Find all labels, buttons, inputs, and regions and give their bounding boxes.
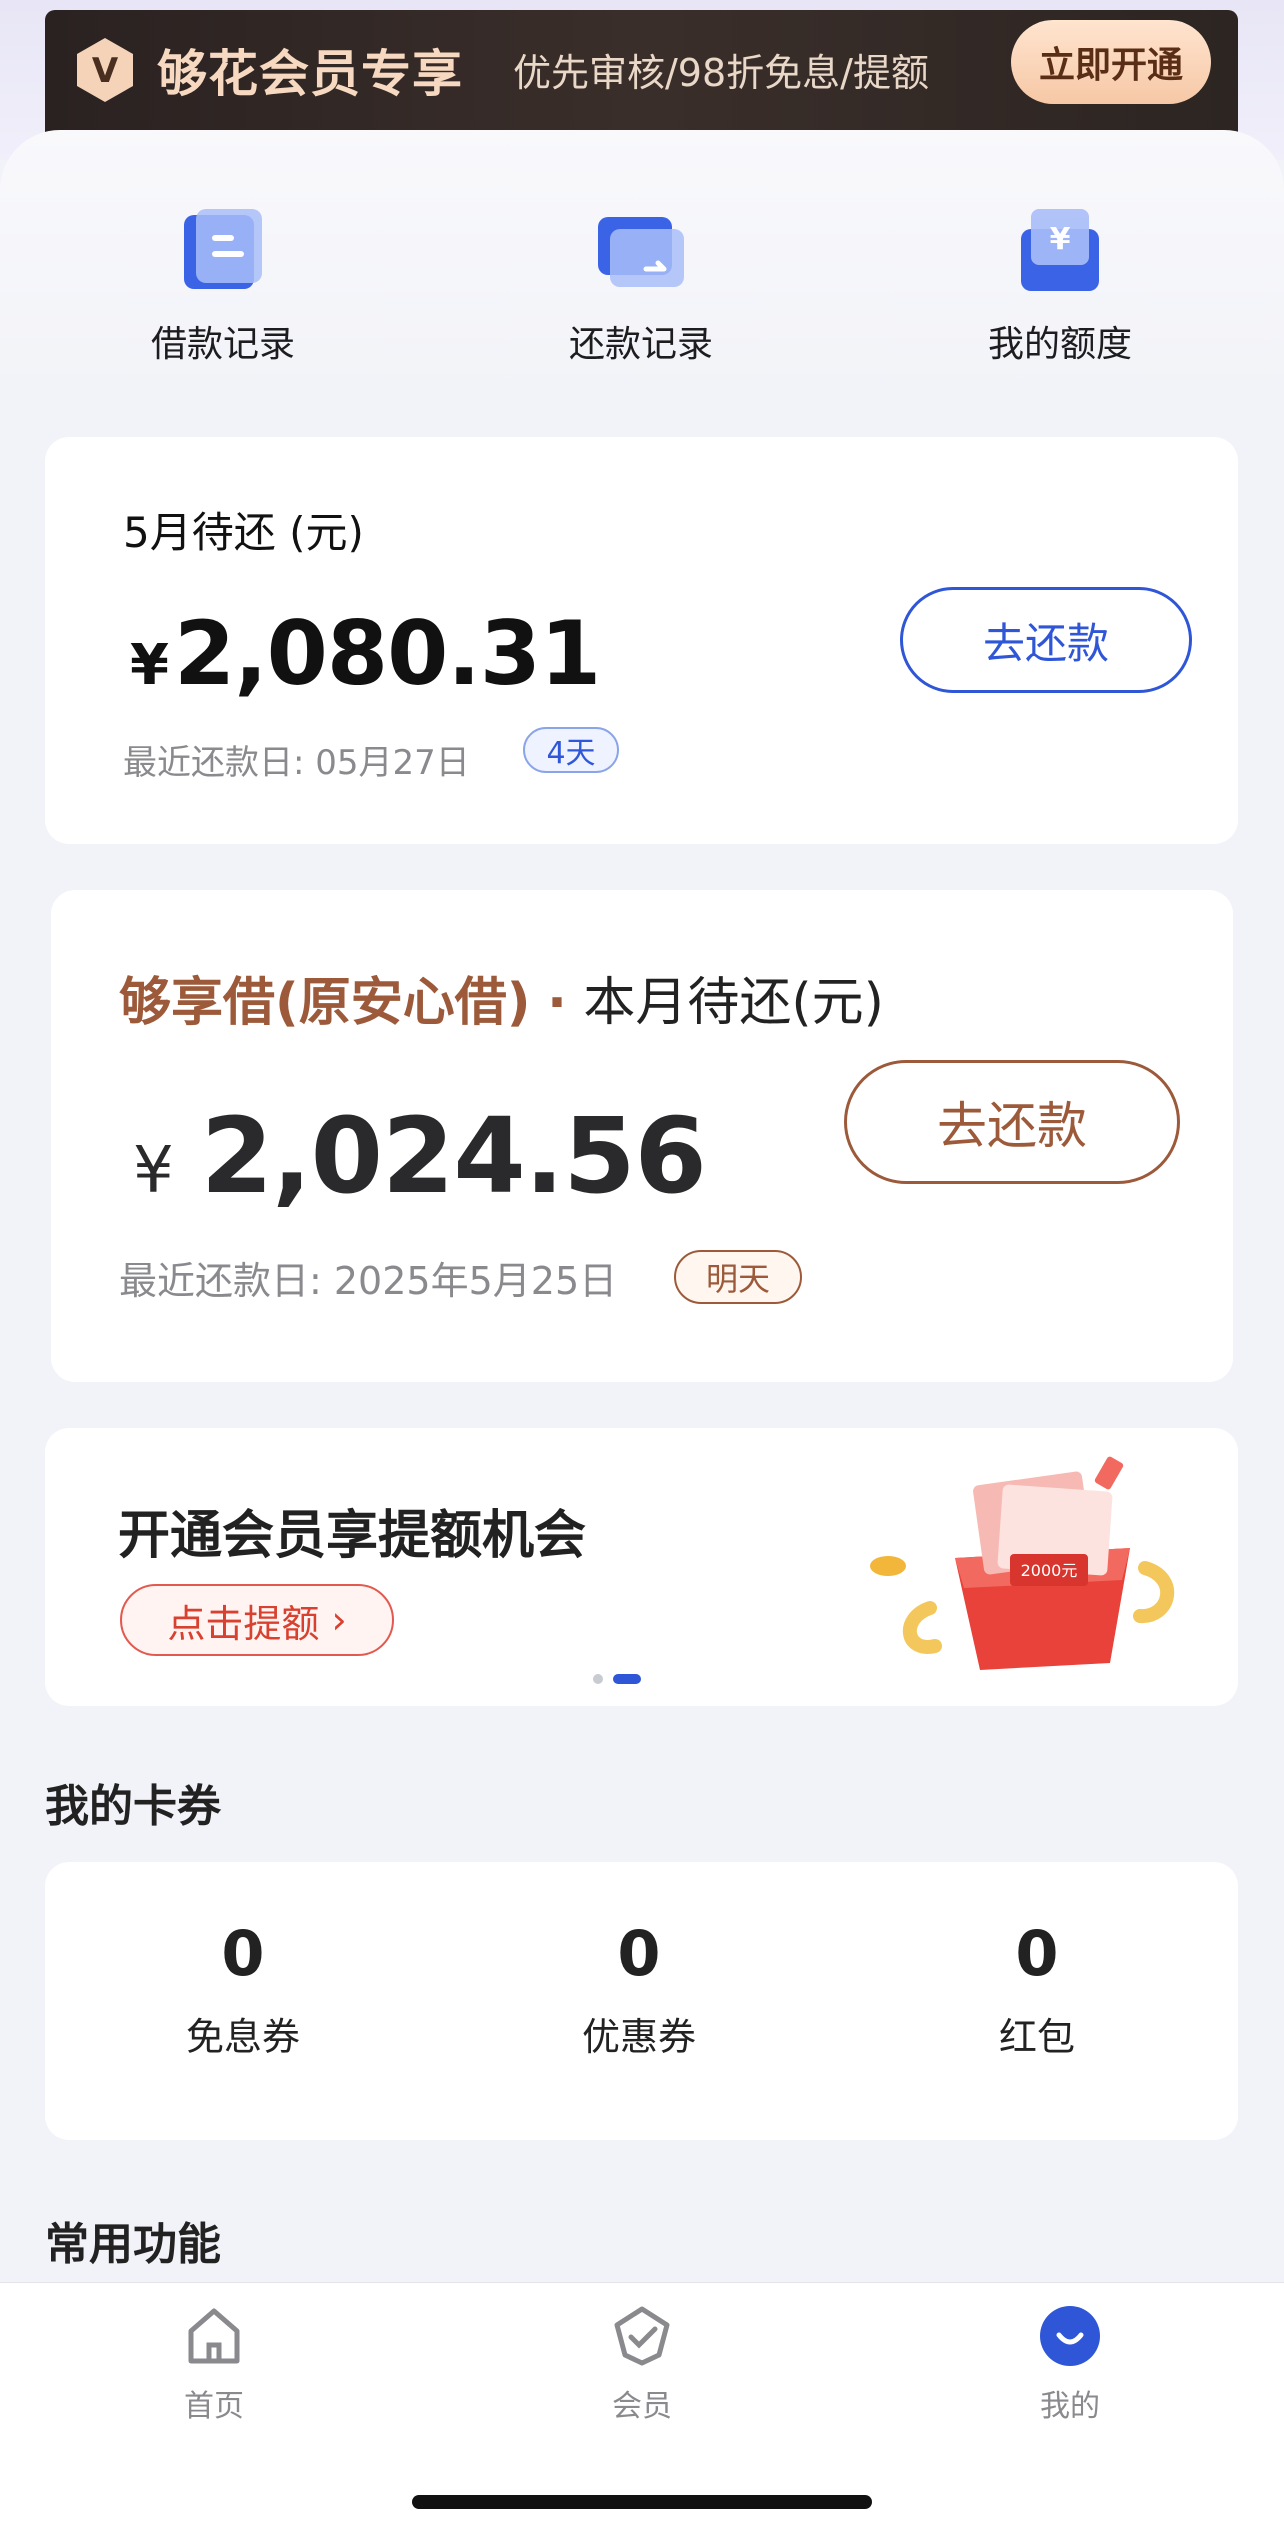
quick-link-repay-records[interactable]: 还款记录	[511, 205, 771, 367]
loan-record-icon	[184, 209, 262, 289]
raise-limit-button[interactable]: 点击提额 ›	[120, 1584, 394, 1656]
coupon-count: 0	[1015, 1917, 1059, 1990]
profile-icon	[1040, 2306, 1100, 2366]
interest-free-coupon[interactable]: 0 免息券	[123, 1917, 363, 2061]
vip-badge-icon: V	[77, 38, 133, 102]
coupons-heading: 我的卡券	[45, 1781, 221, 1832]
tab-label: 会员	[612, 2389, 672, 2424]
red-packet[interactable]: 0 红包	[917, 1917, 1157, 2061]
carousel-dot	[593, 1674, 603, 1684]
credit-limit-icon: ¥	[1021, 209, 1099, 291]
coupons-card: 0 免息券 0 优惠券 0 红包	[45, 1862, 1238, 2140]
svg-text:¥: ¥	[1050, 222, 1071, 257]
tab-member[interactable]: 会员	[542, 2303, 742, 2425]
svg-text:V: V	[92, 51, 119, 91]
currency-symbol: ¥	[130, 633, 169, 698]
bill-title: 5月待还 (元)	[123, 508, 364, 557]
tab-profile[interactable]: 我的	[970, 2303, 1170, 2425]
promo-title: 开通会员享提额机会	[118, 1506, 587, 1566]
coupon-count: 0	[617, 1917, 661, 1990]
screen: V 够花会员专享 优先审核/98折免息/提额 立即开通 借款记录 还款记录 ¥ …	[0, 0, 1284, 2532]
loan-due-date: 最近还款日: 2025年5月25日	[119, 1259, 618, 1303]
coupon-label: 优惠券	[581, 2015, 696, 2059]
repay-loan-button[interactable]: 去还款	[844, 1060, 1180, 1184]
currency-symbol: ¥	[133, 1134, 174, 1208]
loan-title: 本月待还(元)	[583, 973, 884, 1033]
coupon-label: 红包	[998, 2015, 1075, 2059]
loan-amount-value: 2,024.56	[200, 1095, 707, 1217]
tab-home[interactable]: 首页	[114, 2303, 314, 2425]
member-icon	[614, 2306, 670, 2366]
loan-card-title: 够享借(原安心借) · 本月待还(元)	[119, 960, 884, 1035]
bill-due-date: 最近还款日: 05月27日	[123, 743, 470, 783]
chevron-right-icon: ›	[319, 1598, 347, 1642]
loan-brand: 够享借(原安心借)	[119, 973, 531, 1033]
quick-link-label: 借款记录	[150, 324, 295, 365]
banner-subtitle: 优先审核/98折免息/提额	[513, 51, 929, 95]
coupon-label: 免息券	[185, 2015, 300, 2059]
promo-carousel-card[interactable]: 开通会员享提额机会 点击提额 › 2000元	[45, 1428, 1238, 1706]
due-tomorrow-badge: 明天	[674, 1250, 802, 1304]
gift-box-illustration: 2000元	[870, 1456, 1175, 1670]
home-indicator[interactable]	[412, 2495, 872, 2509]
home-icon	[188, 2308, 240, 2364]
title-separator: ·	[547, 973, 567, 1033]
member-banner[interactable]: V 够花会员专享 优先审核/98折免息/提额 立即开通	[45, 10, 1238, 138]
repay-bill-button[interactable]: 去还款	[900, 587, 1192, 693]
discount-coupon[interactable]: 0 优惠券	[519, 1917, 759, 2061]
banner-title: 够花会员专享	[157, 45, 463, 103]
svg-text:2000元: 2000元	[1021, 1561, 1078, 1580]
days-left-badge: 4天	[523, 727, 619, 773]
bill-amount: ¥2,080.31	[130, 602, 601, 705]
monthly-bill-card: 5月待还 (元) ¥2,080.31 最近还款日: 05月27日 4天 去还款	[45, 437, 1238, 844]
quick-link-loan-records[interactable]: 借款记录	[93, 205, 353, 367]
coupon-count: 0	[221, 1917, 265, 1990]
quick-link-label: 我的额度	[987, 324, 1132, 365]
bill-amount-value: 2,080.31	[173, 602, 601, 705]
repay-record-icon	[598, 217, 684, 287]
loan-repay-card: 够享借(原安心借) · 本月待还(元) ¥2,024.56 最近还款日: 202…	[51, 890, 1233, 1382]
functions-heading: 常用功能	[45, 2219, 221, 2270]
quick-link-label: 还款记录	[568, 324, 713, 365]
carousel-dot-active	[613, 1674, 641, 1684]
carousel-indicator	[593, 1674, 641, 1684]
tab-label: 我的	[1040, 2389, 1100, 2424]
loan-amount: ¥2,024.56	[133, 1095, 707, 1217]
open-membership-button[interactable]: 立即开通	[1011, 20, 1211, 104]
raise-limit-label: 点击提额	[167, 1601, 320, 1646]
tab-label: 首页	[184, 2389, 244, 2424]
quick-link-credit-limit[interactable]: ¥ 我的额度	[930, 205, 1190, 367]
